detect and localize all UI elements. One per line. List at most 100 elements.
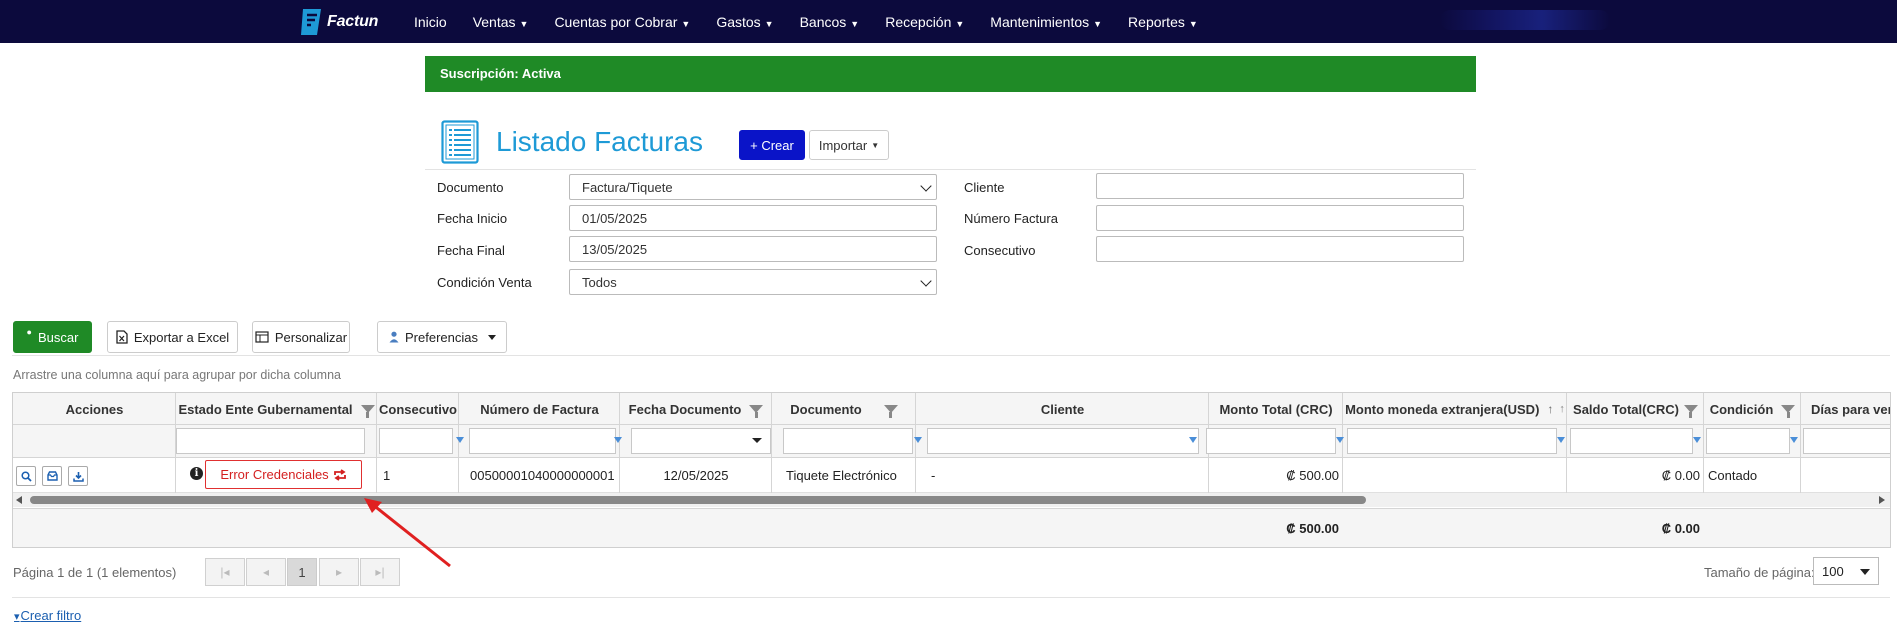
filter-funnel-icon[interactable]: ↑: [1559, 403, 1565, 415]
column-header-acciones[interactable]: Acciones: [13, 393, 176, 425]
prev-page-button[interactable]: ◂: [246, 558, 286, 586]
column-header-consecutivo[interactable]: Consecutivo: [377, 393, 459, 425]
sort-ascending-icon[interactable]: ↑: [1547, 402, 1553, 416]
page-title: Listado Facturas: [496, 126, 703, 157]
condicion-select[interactable]: Todos: [569, 269, 937, 295]
import-dropdown-button[interactable]: Importar ▼: [809, 130, 889, 160]
email-button[interactable]: [42, 466, 62, 486]
filter-options-icon[interactable]: [614, 437, 622, 443]
condicion-label: Condición Venta: [437, 275, 532, 290]
filter-options-icon[interactable]: [1557, 437, 1565, 443]
personalizar-button[interactable]: Personalizar: [252, 321, 350, 353]
filter-funnel-icon[interactable]: [749, 405, 764, 418]
consecutivo-input[interactable]: [1096, 236, 1464, 262]
filter-funnel-icon[interactable]: [883, 405, 898, 418]
preferencias-dropdown-button[interactable]: Preferencias: [377, 321, 507, 353]
info-icon[interactable]: i: [190, 467, 203, 480]
fecha-inicio-input[interactable]: 01/05/2025: [569, 205, 937, 231]
last-page-icon: ▸|: [375, 565, 385, 579]
fecha-inicio-value: 01/05/2025: [582, 210, 648, 226]
filter-monto-total-input[interactable]: [1206, 428, 1336, 454]
nav-item-gastos[interactable]: Gastos ▼: [716, 14, 773, 30]
page-size-select[interactable]: 100: [1813, 557, 1879, 585]
scrollbar-thumb[interactable]: [30, 496, 1366, 504]
caret-down-icon: ▼: [1093, 18, 1103, 29]
top-navbar: Factun Inicio Ventas ▼ Cuentas por Cobrar ▼ G…: [0, 0, 1897, 43]
header-label: Estado Ente Gubernamental: [178, 401, 353, 417]
column-header-cliente[interactable]: Cliente: [916, 393, 1209, 425]
filter-dias-input[interactable]: [1803, 428, 1890, 454]
column-header-documento[interactable]: Documento: [772, 393, 916, 425]
scroll-left-icon[interactable]: [16, 496, 22, 504]
export-excel-button[interactable]: Exportar a Excel: [107, 321, 238, 353]
filter-funnel-icon[interactable]: [1683, 405, 1698, 418]
caret-down-icon: ▼: [764, 18, 774, 29]
filter-cliente-input[interactable]: [927, 428, 1199, 454]
pager-info: Página 1 de 1 (1 elementos): [13, 565, 177, 580]
cliente-input[interactable]: [1096, 173, 1464, 199]
scroll-right-icon[interactable]: [1879, 496, 1885, 504]
filter-documento-input[interactable]: [783, 428, 913, 454]
crear-filtro-label: Crear filtro: [20, 608, 82, 623]
preferencias-label: Preferencias: [405, 329, 478, 345]
filter-consecutivo-input[interactable]: [379, 428, 453, 454]
nav-item-bancos[interactable]: Bancos ▼: [800, 14, 860, 30]
create-button[interactable]: + Crear: [739, 130, 805, 160]
last-page-button[interactable]: ▸|: [360, 558, 400, 586]
column-header-monto-extranjera[interactable]: Monto moneda extranjera(USD) ↑ ↑: [1343, 393, 1567, 425]
filter-funnel-icon[interactable]: [360, 405, 375, 418]
filter-condicion-input[interactable]: [1706, 428, 1790, 454]
column-header-estado[interactable]: Estado Ente Gubernamental: [176, 393, 377, 425]
nav-item-cuentas-por-cobrar[interactable]: Cuentas por Cobrar ▼: [554, 14, 690, 30]
cell-fecha: 12/05/2025: [663, 468, 729, 483]
filter-options-icon[interactable]: [1790, 437, 1798, 443]
header-label: Consecutivo: [378, 401, 457, 417]
filter-saldo-input[interactable]: [1570, 428, 1693, 454]
nav-item-label: Cuentas por Cobrar: [554, 13, 678, 30]
caret-down-icon: ▼: [955, 18, 965, 29]
error-credentials-button[interactable]: Error Credenciales: [205, 460, 362, 489]
user-menu[interactable]: [1440, 10, 1610, 30]
filter-funnel-icon[interactable]: [1781, 405, 1796, 418]
first-page-icon: |◂: [220, 565, 230, 579]
header-label: Documento: [790, 401, 862, 417]
nav-item-reportes[interactable]: Reportes ▼: [1128, 14, 1198, 30]
column-header-monto-total[interactable]: Monto Total (CRC): [1209, 393, 1343, 425]
download-button[interactable]: [68, 466, 88, 486]
column-header-saldo[interactable]: Saldo Total(CRC): [1567, 393, 1704, 425]
nav-item-mantenimientos[interactable]: Mantenimientos ▼: [990, 14, 1102, 30]
filter-monto-extranjera-input[interactable]: [1347, 428, 1557, 454]
next-page-button[interactable]: ▸: [319, 558, 359, 586]
horizontal-scrollbar[interactable]: [13, 493, 1890, 507]
buscar-button[interactable]: ● Buscar: [13, 321, 92, 353]
cell-monto-extranjera: [1343, 458, 1563, 493]
view-detail-button[interactable]: [16, 466, 36, 486]
fecha-final-input[interactable]: 13/05/2025: [569, 236, 937, 262]
column-header-fecha[interactable]: Fecha Documento: [620, 393, 772, 425]
nav-item-label: Inicio: [414, 13, 447, 30]
crear-filtro-link[interactable]: ▾Crear filtro: [14, 608, 81, 623]
filter-fecha-picker[interactable]: [631, 428, 771, 454]
chevron-down-icon: [920, 180, 932, 192]
chevron-down-icon: [752, 438, 762, 443]
documento-label: Documento: [437, 180, 504, 195]
nav-item-inicio[interactable]: Inicio: [414, 14, 447, 30]
filter-options-icon[interactable]: [914, 437, 922, 443]
brand-logo[interactable]: Factun: [298, 6, 378, 38]
filter-numero-input[interactable]: [469, 428, 616, 454]
first-page-button[interactable]: |◂: [205, 558, 245, 586]
nav-item-ventas[interactable]: Ventas ▼: [473, 14, 529, 30]
column-header-numero[interactable]: Número de Factura: [459, 393, 620, 425]
filter-options-icon[interactable]: [1693, 437, 1701, 443]
column-header-dias[interactable]: Días para ven: [1801, 393, 1890, 425]
filter-estado-input[interactable]: [176, 428, 365, 454]
documento-select[interactable]: Factura/Tiquete: [569, 174, 937, 200]
filter-options-icon[interactable]: [1189, 437, 1197, 443]
filter-options-icon[interactable]: [456, 437, 464, 443]
nav-item-recepción[interactable]: Recepción ▼: [885, 14, 964, 30]
group-by-hint: Arrastre una columna aquí para agrupar p…: [13, 368, 341, 382]
column-header-condicion[interactable]: Condición: [1704, 393, 1801, 425]
filter-options-icon[interactable]: [1336, 437, 1344, 443]
page-number[interactable]: 1: [287, 558, 317, 586]
numero-factura-input[interactable]: [1096, 205, 1464, 231]
